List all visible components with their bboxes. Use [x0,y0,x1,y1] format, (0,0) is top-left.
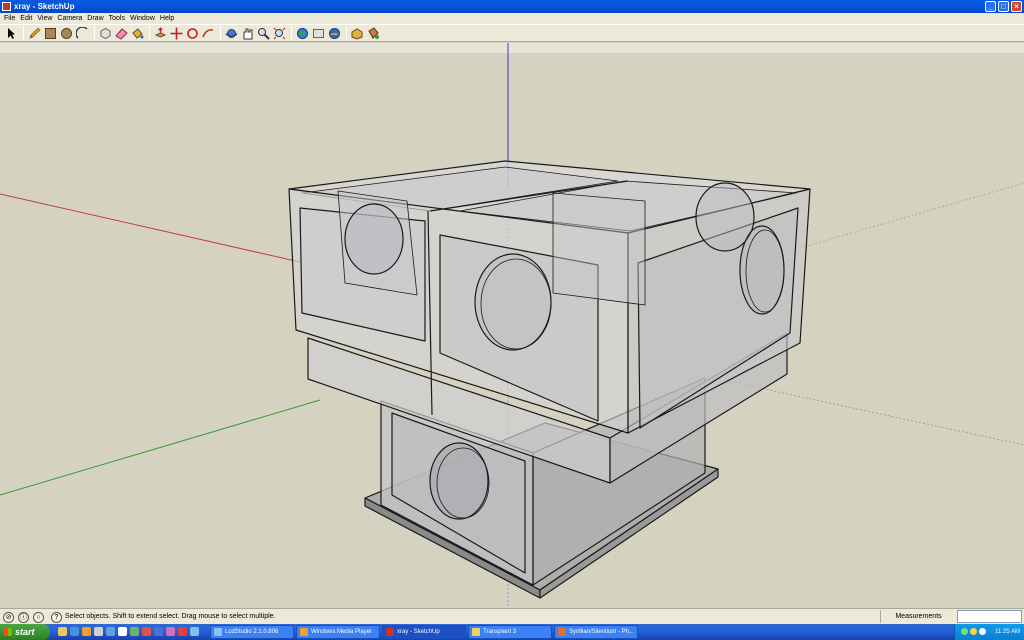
eraser-icon[interactable] [114,26,129,41]
move-icon[interactable] [169,26,184,41]
quicklaunch-icon[interactable] [58,627,67,636]
measurements-input[interactable] [957,610,1022,623]
window-controls: _ □ × [985,1,1022,12]
clock: 11:25 AM [995,629,1020,635]
paint-bucket-icon[interactable] [130,26,145,41]
xray-model [288,160,811,599]
quicklaunch-icon[interactable] [178,627,187,636]
sketchup-app-icon [2,2,11,11]
quicklaunch-icon[interactable] [154,627,163,636]
menu-tools[interactable]: Tools [108,13,129,24]
windows-flag-icon [4,628,12,636]
quicklaunch-icon[interactable] [166,627,175,636]
start-button[interactable]: start [0,624,50,640]
geo-location-icon[interactable]: ⊘ [3,612,14,623]
close-button[interactable]: × [1011,1,1022,12]
status-bar: ⊘ ⓘ ○ ? Select objects. Shift to extend … [0,608,1024,624]
quicklaunch-icon[interactable] [94,627,103,636]
pan-icon[interactable] [240,26,255,41]
minimize-button[interactable]: _ [985,1,996,12]
media-player-icon [300,628,308,636]
red-axis [0,193,301,263]
folder-icon [472,628,480,636]
circle-icon[interactable] [59,26,74,41]
green-axis-dashed [799,182,1024,249]
task-label: Syrillian/Silentium - Ph... [569,629,635,635]
rotate-icon[interactable] [185,26,200,41]
toolbar-separator [149,26,150,40]
share-model-icon[interactable] [311,26,326,41]
upper-speaker-hole-front [474,253,552,351]
measurements-label: Measurements [880,610,956,623]
quicklaunch-icon[interactable] [190,627,199,636]
quicklaunch-icon[interactable] [118,627,127,636]
quicklaunch-icon[interactable] [142,627,151,636]
menu-camera[interactable]: Camera [56,13,86,24]
task-lcdstudio[interactable]: LcdStudio 2.1.0.806 [210,625,294,639]
quicklaunch-icon[interactable] [106,627,115,636]
get-models-icon[interactable] [295,26,310,41]
user-icon[interactable]: ○ [33,612,44,623]
make-component-icon[interactable] [98,26,113,41]
task-label: xray - SketchUp [397,629,440,635]
pencil-icon[interactable] [27,26,42,41]
green-axis [0,399,321,496]
task-transplant[interactable]: Transplant 3 [468,625,552,639]
browser-icon [558,628,566,636]
lower-speaker-hole [429,442,489,520]
system-tray: 11:25 AM [954,624,1024,640]
credits-icon[interactable]: ⓘ [18,612,29,623]
toolbar-separator [94,26,95,40]
menu-draw[interactable]: Draw [86,13,107,24]
quicklaunch-icon[interactable] [82,627,91,636]
zoom-icon[interactable] [256,26,271,41]
zoom-extents-icon[interactable] [272,26,287,41]
tray-app-icon[interactable] [979,628,986,635]
select-arrow-icon[interactable] [4,26,19,41]
network-icon[interactable] [961,628,968,635]
push-pull-icon[interactable] [153,26,168,41]
menu-bar: File Edit View Camera Draw Tools Window … [0,13,1024,24]
task-sketchup[interactable]: xray - SketchUp [382,625,466,639]
inner-back-panel-right [552,192,646,306]
sketchup-icon [386,628,394,636]
toolbar-separator [346,26,347,40]
arc-icon[interactable] [75,26,90,41]
status-hint: Select objects. Shift to extend select. … [65,613,276,620]
materials-icon[interactable] [366,26,381,41]
task-label: Transplant 3 [483,629,517,635]
upper-speaker-hole-left [344,203,404,275]
quicklaunch-icon[interactable] [70,627,79,636]
app-icon [214,628,222,636]
toolbar-separator [23,26,24,40]
title-bar: xray - SketchUp _ □ × [0,0,1024,13]
task-browser[interactable]: Syrillian/Silentium - Ph... [554,625,638,639]
task-windows-media-player[interactable]: Windows Media Player [296,625,380,639]
maximize-button[interactable]: □ [998,1,1009,12]
menu-edit[interactable]: Edit [19,13,36,24]
menu-view[interactable]: View [36,13,56,24]
follow-me-icon[interactable] [201,26,216,41]
menu-file[interactable]: File [3,13,19,24]
toolbar [0,24,1024,42]
task-label: Windows Media Player [311,629,373,635]
google-earth-icon[interactable] [327,26,342,41]
menu-window[interactable]: Window [129,13,159,24]
rectangle-icon[interactable] [43,26,58,41]
task-label: LcdStudio 2.1.0.806 [225,629,279,635]
windows-taskbar: start LcdStudio 2.1.0.806 Windows Media … [0,624,1024,640]
model-viewport[interactable] [0,43,1024,608]
window-title: xray - SketchUp [14,2,75,11]
quicklaunch-icon[interactable] [130,627,139,636]
toolbar-separator [220,26,221,40]
model-canvas[interactable] [0,43,1024,608]
menu-help[interactable]: Help [159,13,178,24]
volume-icon[interactable] [970,628,977,635]
toolbar-separator [291,26,292,40]
help-icon[interactable]: ? [51,612,62,623]
start-label: start [15,627,35,637]
components-icon[interactable] [350,26,365,41]
orbit-icon[interactable] [224,26,239,41]
